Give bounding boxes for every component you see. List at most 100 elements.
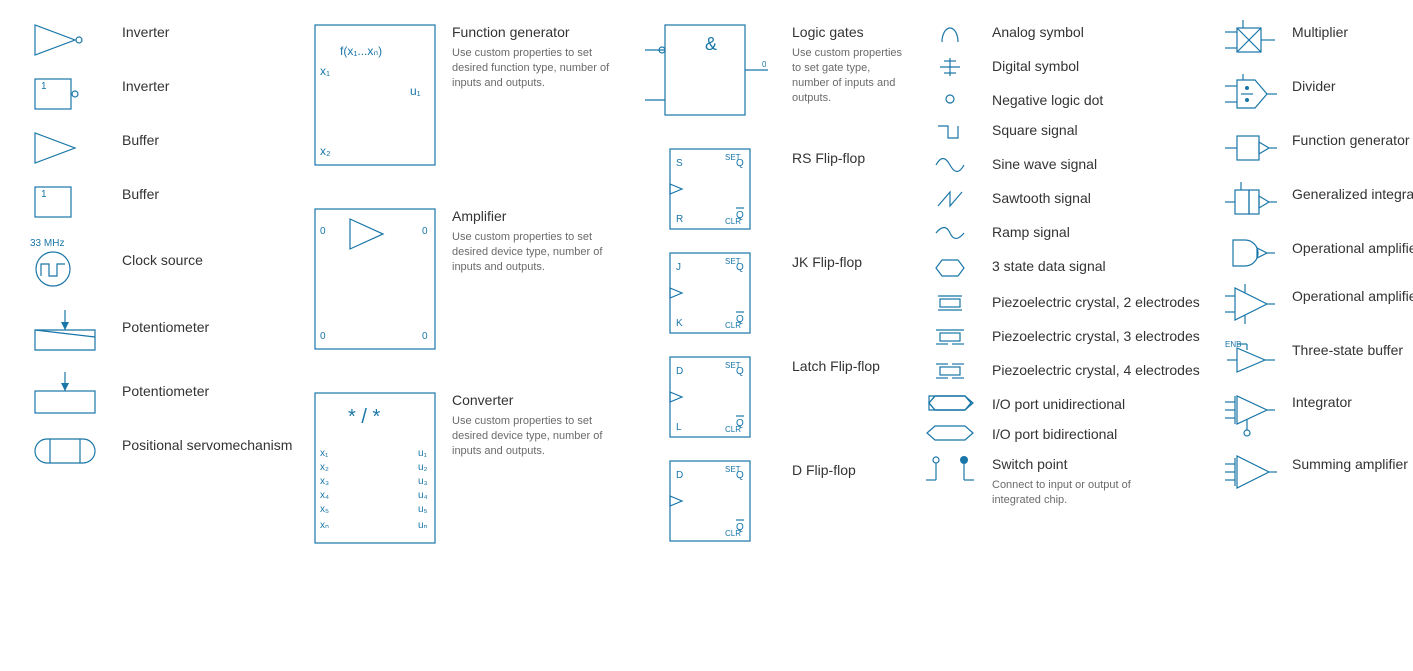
- desc: Use custom properties to set gate type, …: [792, 46, 910, 105]
- label: Converter: [452, 392, 513, 408]
- label: Latch Flip-flop: [792, 358, 880, 374]
- svg-text:S: S: [676, 158, 683, 169]
- label: Operational amplifier: [1292, 288, 1413, 304]
- svg-text:x₁: x₁: [320, 64, 330, 78]
- amplifier-box-icon: 0 0 0 0: [310, 204, 440, 354]
- item-opamp-1: Operational amplifier: [1220, 236, 1413, 270]
- svg-text:Q: Q: [736, 366, 744, 377]
- item-digital-symbol: Digital symbol: [920, 54, 1210, 80]
- item-rs-flipflop: SSET Q RCLR Q RS Flip-flop: [640, 144, 910, 234]
- integrator-icon: [1223, 390, 1278, 438]
- svg-text:0: 0: [422, 226, 428, 237]
- svg-text:x₂: x₂: [320, 144, 331, 158]
- label: Multiplier: [1292, 24, 1348, 40]
- inverter-triangle-icon: [25, 20, 105, 60]
- label: Digital symbol: [992, 58, 1079, 74]
- svg-text:&: &: [705, 34, 717, 54]
- svg-text:xₙ: xₙ: [320, 520, 329, 531]
- item-function-generator-box: f(x₁...xₙ) x₁ u₁ x₂ Function generator U…: [310, 20, 630, 170]
- switch-point-icon: [922, 452, 978, 486]
- label: Buffer: [122, 186, 159, 202]
- label: Divider: [1292, 78, 1336, 94]
- svg-text:R: R: [676, 214, 683, 225]
- label: 3 state data signal: [992, 258, 1106, 274]
- fgen-small-icon: [1223, 128, 1278, 168]
- svg-text:0: 0: [762, 60, 767, 69]
- label: Amplifier: [452, 208, 506, 224]
- item-square-signal: Square signal: [920, 118, 1210, 144]
- item-amplifier-box: 0 0 0 0 Amplifier Use custom properties …: [310, 204, 630, 354]
- desc: Use custom properties to set desired dev…: [452, 230, 622, 275]
- label: Sawtooth signal: [992, 190, 1091, 206]
- svg-text:1: 1: [41, 81, 47, 92]
- item-three-state-buffer: ENB Three-state buffer: [1220, 338, 1413, 376]
- item-logic-gates: & 0 Logic gates Use custom properties to…: [640, 20, 910, 120]
- svg-text:u₅: u₅: [418, 504, 428, 515]
- desc: Use custom properties to set desired dev…: [452, 414, 622, 459]
- buffer-box-icon: 1: [25, 182, 105, 222]
- item-function-generator-small: Function generator: [1220, 128, 1413, 168]
- digital-symbol-icon: [930, 54, 970, 80]
- item-buffer-triangle: Buffer: [20, 128, 300, 168]
- logic-gate-icon: & 0: [640, 20, 780, 120]
- item-io-bi: I/O port bidirectional: [920, 422, 1210, 444]
- label: Three-state buffer: [1292, 342, 1403, 358]
- item-ramp-signal: Ramp signal: [920, 220, 1210, 246]
- item-d-flipflop: DSET Q CLR Q D Flip-flop: [640, 456, 910, 546]
- io-bi-icon: [925, 422, 975, 444]
- ramp-signal-icon: [930, 220, 970, 246]
- item-inverter-box: 1 Inverter: [20, 74, 300, 114]
- svg-text:x₃: x₃: [320, 476, 329, 487]
- gen-integrator-icon: [1223, 182, 1278, 222]
- piezo-3-icon: [930, 324, 970, 350]
- svg-text:1: 1: [41, 189, 47, 200]
- item-neg-dot: Negative logic dot: [920, 88, 1210, 110]
- item-3state-signal: 3 state data signal: [920, 254, 1210, 282]
- label: Analog symbol: [992, 24, 1084, 40]
- item-inverter-triangle: Inverter: [20, 20, 300, 60]
- function-generator-box-icon: f(x₁...xₙ) x₁ u₁ x₂: [310, 20, 440, 170]
- label: Function generator: [452, 24, 570, 40]
- svg-text:u₃: u₃: [418, 476, 428, 487]
- item-sine-signal: Sine wave signal: [920, 152, 1210, 178]
- label: Summing amplifier: [1292, 456, 1408, 472]
- svg-text:0: 0: [422, 331, 428, 342]
- svg-text:Q: Q: [736, 418, 744, 429]
- label: Function generator: [1292, 132, 1410, 148]
- item-potentiometer-1: Potentiometer: [20, 305, 300, 355]
- svg-text:Q: Q: [736, 522, 744, 533]
- item-io-uni: I/O port unidirectional: [920, 392, 1210, 414]
- label: Positional servomechanism: [122, 437, 292, 453]
- item-summing-amplifier: Summing amplifier: [1220, 452, 1413, 494]
- opamp-d-icon: [1223, 236, 1278, 270]
- svg-text:Q: Q: [736, 158, 744, 169]
- square-signal-icon: [930, 118, 970, 144]
- svg-text:Q: Q: [736, 210, 744, 221]
- buffer-triangle-icon: [25, 128, 105, 168]
- divider-icon: [1223, 74, 1278, 114]
- label: I/O port unidirectional: [992, 396, 1125, 412]
- item-saw-signal: Sawtooth signal: [920, 186, 1210, 212]
- label: Piezoelectric crystal, 3 electrodes: [992, 328, 1200, 344]
- col-1: Inverter 1 Inverter Buffer 1 Buffer 33 M…: [20, 20, 300, 483]
- label: Potentiometer: [122, 319, 209, 335]
- svg-text:D: D: [676, 366, 683, 377]
- item-servo: Positional servomechanism: [20, 433, 300, 469]
- label: Potentiometer: [122, 383, 209, 399]
- piezo-2-icon: [930, 290, 970, 316]
- label: Generalized integrator: [1292, 186, 1413, 202]
- inverter-box-icon: 1: [25, 74, 105, 114]
- sawtooth-signal-icon: [930, 186, 970, 212]
- svg-text:x₅: x₅: [320, 504, 329, 515]
- svg-text:x₄: x₄: [320, 490, 329, 501]
- symbol-grid: Inverter 1 Inverter Buffer 1 Buffer 33 M…: [20, 20, 1393, 562]
- label: Piezoelectric crystal, 4 electrodes: [992, 362, 1200, 378]
- threestate-signal-icon: [930, 254, 970, 282]
- item-multiplier: Multiplier: [1220, 20, 1413, 60]
- item-piezo-2: Piezoelectric crystal, 2 electrodes: [920, 290, 1210, 316]
- label: RS Flip-flop: [792, 150, 865, 166]
- svg-text:uₙ: uₙ: [418, 520, 428, 531]
- sine-signal-icon: [930, 152, 970, 178]
- col-2: f(x₁...xₙ) x₁ u₁ x₂ Function generator U…: [310, 20, 630, 562]
- svg-text:* / *: * / *: [348, 406, 380, 428]
